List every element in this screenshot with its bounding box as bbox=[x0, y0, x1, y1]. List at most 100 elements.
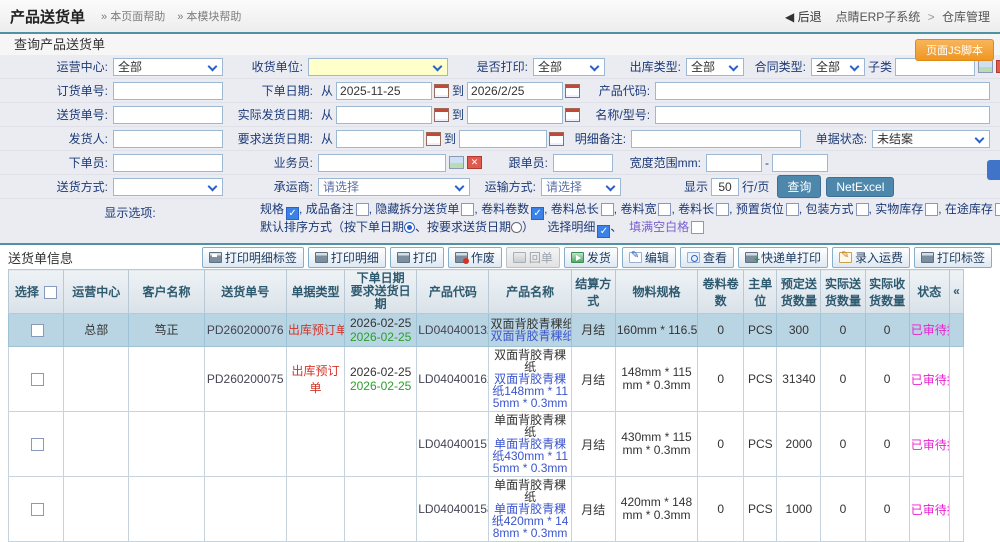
module-name[interactable]: 仓库管理 bbox=[942, 10, 990, 24]
display-option-checkbox[interactable] bbox=[356, 203, 369, 216]
calendar-icon[interactable] bbox=[434, 108, 449, 122]
carrier-select[interactable]: 请选择 bbox=[318, 178, 470, 196]
order-date-from-input[interactable] bbox=[336, 82, 432, 100]
name-model-input[interactable] bbox=[655, 106, 990, 124]
clear-icon[interactable]: ✕ bbox=[996, 60, 1000, 73]
clear-icon[interactable]: ✕ bbox=[467, 156, 482, 169]
calendar-icon[interactable] bbox=[426, 132, 441, 146]
delivery-no-label: 送货单号: bbox=[8, 106, 113, 123]
page-help-link[interactable]: » 本页面帮助 bbox=[101, 8, 165, 24]
system-name[interactable]: 点睛ERP子系统 bbox=[836, 10, 921, 24]
doc-status-select[interactable]: 未结案 bbox=[872, 130, 990, 148]
fill-blank-checkbox[interactable] bbox=[691, 221, 704, 234]
netexcel-button[interactable]: NetExcel bbox=[826, 177, 894, 197]
order-no-input[interactable] bbox=[113, 82, 223, 100]
detail-note-input[interactable] bbox=[631, 130, 801, 148]
row-checkbox[interactable] bbox=[31, 373, 44, 386]
table-row[interactable]: LD040400157 单面背胶青稞纸单面背胶青稞纸430mm * 115mm … bbox=[9, 412, 964, 477]
cell-planned-qty: 2000 bbox=[777, 412, 821, 477]
display-option-checkbox[interactable] bbox=[286, 207, 299, 220]
merchandiser-input[interactable] bbox=[553, 154, 613, 172]
toolbar-button[interactable]: 发货 bbox=[564, 247, 618, 268]
doc-status-label: 单据状态: bbox=[801, 130, 872, 147]
table-row[interactable]: 总部 笃正 PD260200076 出库预订单 2026-02-252026-0… bbox=[9, 314, 964, 347]
product-name-link[interactable]: 双面背胶青稞纸160mm * 116.5mm * 0.3mm bbox=[490, 329, 571, 343]
receiver-select[interactable] bbox=[308, 58, 448, 76]
toolbar-button[interactable]: 打印明细标签 bbox=[202, 247, 304, 268]
display-option-checkbox[interactable] bbox=[995, 203, 1000, 216]
side-tab[interactable] bbox=[987, 160, 1000, 180]
cell-dates bbox=[345, 412, 417, 477]
product-name-link[interactable]: 单面背胶青稞纸430mm * 115mm * 0.3mm bbox=[492, 437, 568, 475]
transport-label: 运输方式: bbox=[470, 178, 541, 195]
order-clerk-input[interactable] bbox=[113, 154, 223, 172]
display-option-checkbox[interactable] bbox=[531, 207, 544, 220]
select-all-checkbox[interactable] bbox=[44, 286, 57, 299]
toolbar-button[interactable]: 打印明细 bbox=[308, 247, 386, 268]
row-checkbox[interactable] bbox=[31, 438, 44, 451]
row-checkbox[interactable] bbox=[31, 324, 44, 337]
picker-icon[interactable] bbox=[449, 156, 464, 169]
calendar-icon[interactable] bbox=[565, 108, 580, 122]
actual-ship-from-input[interactable] bbox=[336, 106, 432, 124]
width-range-min-input[interactable] bbox=[706, 154, 762, 172]
sort-by-order-date-radio[interactable] bbox=[404, 222, 415, 233]
actual-ship-to-input[interactable] bbox=[467, 106, 563, 124]
toolbar-button[interactable]: 录入运费 bbox=[832, 247, 910, 268]
toolbar-button[interactable]: 作废 bbox=[448, 247, 502, 268]
contract-type-select[interactable]: 全部 bbox=[811, 58, 865, 76]
picker-icon[interactable] bbox=[978, 60, 993, 73]
select-detail-checkbox[interactable] bbox=[597, 225, 610, 238]
table-row[interactable]: PD260200075 出库预订单 2026-02-252026-02-25 L… bbox=[9, 347, 964, 412]
row-checkbox[interactable] bbox=[31, 503, 44, 516]
product-name-link[interactable]: 双面背胶青稞纸148mm * 115mm * 0.3mm bbox=[492, 372, 568, 410]
product-code-input[interactable] bbox=[655, 82, 990, 100]
calendar-icon[interactable] bbox=[549, 132, 564, 146]
delivery-no-input[interactable] bbox=[113, 106, 223, 124]
from-label: 从 bbox=[318, 82, 336, 99]
module-help-link[interactable]: » 本模块帮助 bbox=[177, 8, 241, 24]
display-option-checkbox[interactable] bbox=[856, 203, 869, 216]
calendar-icon[interactable] bbox=[434, 84, 449, 98]
page-size-input[interactable] bbox=[711, 178, 739, 196]
name-model-label: 名称/型号: bbox=[580, 106, 655, 123]
product-name-link[interactable]: 单面背胶青稞纸420mm * 148mm * 0.3mm bbox=[492, 502, 569, 540]
shipper-label: 发货人: bbox=[8, 130, 113, 147]
printed-select[interactable]: 全部 bbox=[533, 58, 605, 76]
sort-by-required-date-radio[interactable] bbox=[511, 222, 522, 233]
cell-more bbox=[949, 347, 963, 412]
display-option-checkbox[interactable] bbox=[786, 203, 799, 216]
display-option-checkbox[interactable] bbox=[601, 203, 614, 216]
cell-delivery-no bbox=[204, 477, 286, 542]
display-option-checkbox[interactable] bbox=[658, 203, 671, 216]
toolbar-button[interactable]: 快递单打印 bbox=[738, 247, 828, 268]
delivery-method-select[interactable] bbox=[113, 178, 223, 196]
salesman-input[interactable] bbox=[318, 154, 446, 172]
order-date-to-input[interactable] bbox=[467, 82, 563, 100]
page-js-script-button[interactable]: 页面JS脚本 bbox=[915, 39, 994, 61]
collapse-columns-icon[interactable]: « bbox=[949, 270, 963, 314]
display-option-checkbox[interactable] bbox=[925, 203, 938, 216]
display-option-checkbox[interactable] bbox=[461, 203, 474, 216]
required-date-to-input[interactable] bbox=[459, 130, 547, 148]
toolbar-button[interactable]: 回单 bbox=[506, 247, 560, 268]
transport-select[interactable]: 请选择 bbox=[541, 178, 621, 196]
col-status: 状态 bbox=[909, 270, 949, 314]
shipper-input[interactable] bbox=[113, 130, 223, 148]
search-button[interactable]: 查询 bbox=[777, 175, 821, 198]
width-range-max-input[interactable] bbox=[772, 154, 828, 172]
calendar-icon[interactable] bbox=[565, 84, 580, 98]
range-separator: - bbox=[762, 156, 772, 170]
outbound-type-select[interactable]: 全部 bbox=[686, 58, 744, 76]
toolbar-button[interactable]: 打印 bbox=[390, 247, 444, 268]
back-link[interactable]: ◀ 后退 bbox=[785, 8, 822, 25]
center-select[interactable]: 全部 bbox=[113, 58, 223, 76]
toolbar-button[interactable]: 打印标签 bbox=[914, 247, 992, 268]
display-option-checkbox[interactable] bbox=[716, 203, 729, 216]
table-row[interactable]: LD040400158 单面背胶青稞纸单面背胶青稞纸420mm * 148mm … bbox=[9, 477, 964, 542]
required-date-from-input[interactable] bbox=[336, 130, 424, 148]
cell-product-name: 双面背胶青稞纸双面背胶青稞纸160mm * 116.5mm * 0.3mm bbox=[489, 314, 571, 347]
toolbar-button[interactable]: 查看 bbox=[680, 247, 734, 268]
toolbar-button[interactable]: 编辑 bbox=[622, 247, 676, 268]
display-option: 包装方式, bbox=[806, 202, 876, 216]
